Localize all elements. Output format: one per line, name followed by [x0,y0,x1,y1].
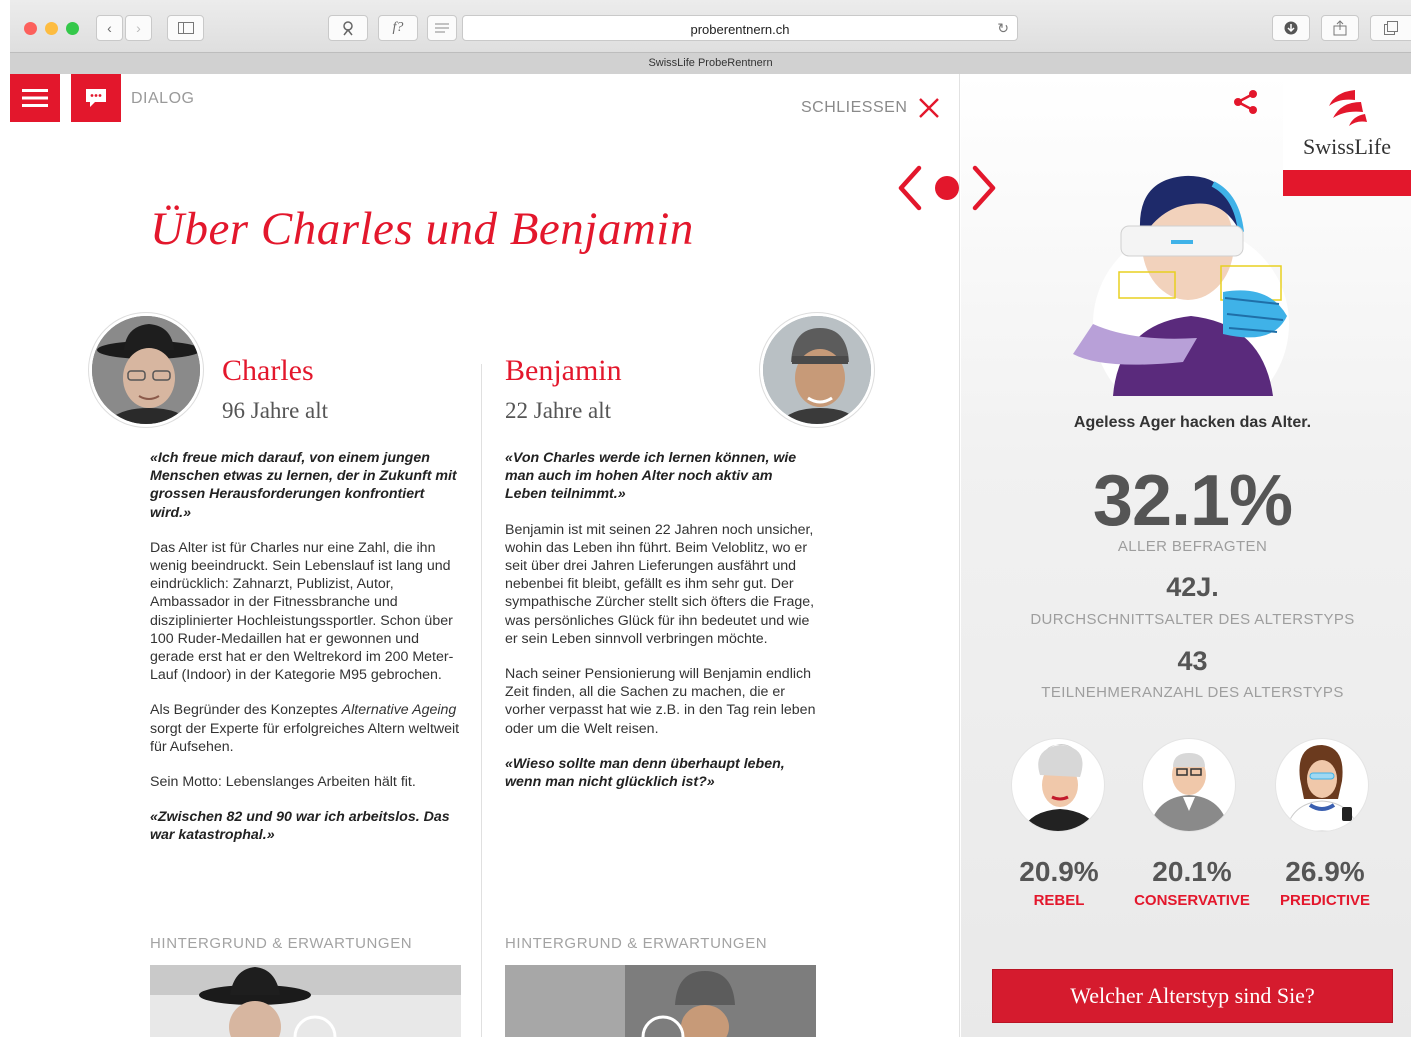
page-title: Über Charles und Benjamin [150,203,694,255]
charles-age: 96 Jahre alt [222,398,329,423]
chat-icon [86,89,106,107]
benjamin-quote-closing: «Wieso sollte man denn überhaupt leben, … [505,755,785,791]
chevron-left-icon: ‹ [107,20,112,36]
predictive-percent: 26.9% [1285,856,1365,887]
swisslife-logo-icon [1329,90,1367,126]
charles-motto: Sein Motto: Lebenslanges Arbeiten hält f… [150,774,416,791]
reload-icon[interactable]: ↻ [997,20,1009,37]
url-text: proberentnern.ch [690,22,790,37]
dialog-button[interactable] [71,74,121,122]
charles-avatar [89,313,203,427]
conservative-illustration [1149,753,1229,831]
rebel-avatar[interactable] [1012,739,1104,831]
rebel-label: REBEL [1033,892,1085,909]
extension-icon [343,21,353,36]
benjamin-thumbnail-image [505,965,816,1037]
logo-text: SwissLife [1303,134,1391,159]
tab-bar: SwissLife ProbeRentnern [10,52,1411,74]
charles-quote-intro: «Ich freue mich darauf, von einem jungen… [150,450,457,521]
charles-quote-closing: «Zwischen 82 und 90 war ich arbeitslos. … [150,809,450,844]
participants-label: TEILNEHMERANZAHL DES ALTERSTYPS [1041,684,1344,701]
conservative-avatar[interactable] [1143,739,1235,831]
menu-icon [22,89,48,107]
address-bar[interactable]: proberentnern.ch ↻ [462,15,1018,41]
benjamin-age: 22 Jahre alt [505,398,612,423]
charles-column: «Ich freue mich darauf, von einem jungen… [150,449,462,862]
carousel-arrows-icon [898,165,996,211]
carousel-toggle[interactable] [897,160,997,220]
avg-age-label: DURCHSCHNITTSALTER DES ALTERSTYPS [1030,611,1355,628]
sidebar-panel: SwissLife Ageless Ager hacken das Alter.… [961,74,1411,1037]
list-icon [435,23,449,33]
minimize-window-button[interactable] [45,22,58,35]
concept-text-before: Als Begründer des Konzeptes [150,702,342,719]
charles-name: Charles [222,354,314,387]
charles-concept-paragraph: Als Begründer des Konzeptes Alternative … [150,701,462,756]
reader-button[interactable]: f? [378,15,418,41]
predictive-illustration [1285,745,1359,831]
tabs-icon [1384,21,1398,35]
main-percent-label: ALLER BEFRAGTEN [1117,538,1268,555]
benjamin-retirement-paragraph: Nach seiner Pensionierung will Benjamin … [505,666,816,737]
ageless-ager-illustration [1073,175,1289,396]
reading-list-button[interactable] [427,15,457,41]
benjamin-portrait-image [763,316,871,424]
concept-name: Alternative Ageing [341,702,457,719]
forward-button[interactable]: › [125,15,152,41]
window-controls [24,22,79,35]
browser-chrome: ‹ › f? proberentnern.ch ↻ SwissLife Prob… [10,0,1411,74]
sidebar-toggle-button[interactable] [167,15,204,41]
benjamin-avatar [760,313,874,427]
share-page-button[interactable] [1321,15,1359,41]
dialog-panel: DIALOG SCHLIESSEN Über Charles und Benja… [10,74,960,1037]
reader-glyph: f? [392,20,404,35]
benjamin-video-thumbnail[interactable] [505,965,816,1037]
concept-text-after: sorgt der Experte für erfolgreiches Alte… [150,720,460,755]
main-percent: 32.1% [1092,461,1293,541]
chevron-right-icon: › [136,20,141,36]
close-button[interactable]: SCHLIESSEN [801,98,940,118]
zoom-window-button[interactable] [66,22,79,35]
tab-title[interactable]: SwissLife ProbeRentnern [10,57,1411,69]
close-icon [919,98,940,118]
close-label: SCHLIESSEN [801,99,908,116]
tabs-overview-button[interactable] [1370,15,1411,41]
download-icon [1284,21,1298,35]
hero-caption: Ageless Ager hacken das Alter. [1073,414,1312,431]
charles-video-thumbnail[interactable] [150,965,461,1037]
benjamin-bio-paragraph: Benjamin ist mit seinen 22 Jahren noch u… [505,521,815,647]
back-button[interactable]: ‹ [96,15,123,41]
predictive-avatar[interactable] [1276,739,1368,831]
charles-bio-paragraph: Das Alter ist für Charles nur eine Zahl,… [150,539,454,684]
dialog-label: DIALOG [131,90,195,107]
sidebar-icon [177,22,194,34]
conservative-label: CONSERVATIVE [1134,892,1250,909]
participants-value: 43 [1177,646,1208,676]
share-page-icon [1333,20,1347,36]
charles-section-heading: HINTERGRUND & ERWARTUNGEN [150,935,413,952]
charles-portrait-image [92,316,200,424]
menu-button[interactable] [10,74,60,122]
rebel-illustration [1022,744,1098,831]
close-window-button[interactable] [24,22,37,35]
downloads-button[interactable] [1272,15,1310,41]
benjamin-column: «Von Charles werde ich lernen können, wi… [505,449,817,808]
extension-button[interactable] [328,15,368,41]
benjamin-name: Benjamin [505,354,622,387]
conservative-percent: 20.1% [1152,856,1232,887]
rebel-percent: 20.9% [1019,856,1099,887]
column-divider [481,364,482,1037]
avg-age-value: 42J. [1166,572,1219,602]
alterstyp-quiz-button[interactable]: Welcher Alterstyp sind Sie? [992,969,1393,1023]
share-button[interactable] [1232,88,1260,121]
benjamin-section-heading: HINTERGRUND & ERWARTUNGEN [505,935,768,952]
charles-thumbnail-image [150,965,461,1037]
predictive-label: PREDICTIVE [1279,892,1370,909]
benjamin-quote-intro: «Von Charles werde ich lernen können, wi… [505,450,797,503]
share-icon [1234,90,1257,114]
